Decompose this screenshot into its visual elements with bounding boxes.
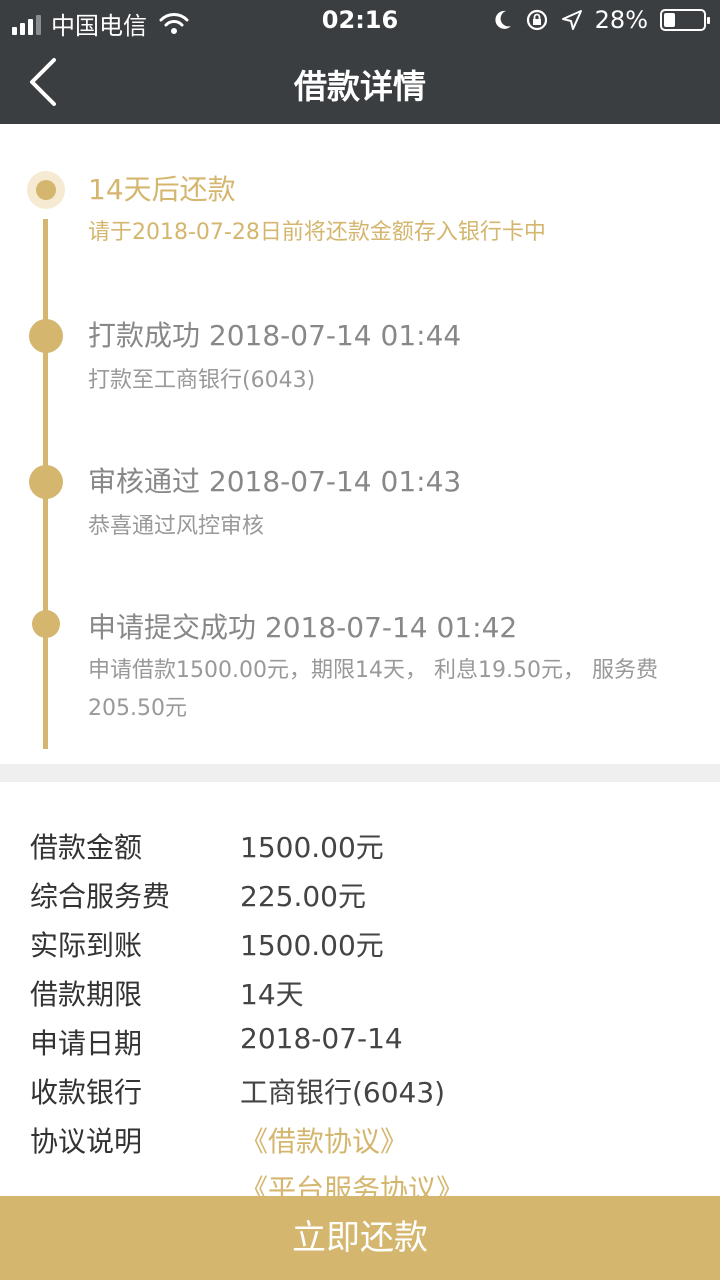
timeline-dot	[29, 319, 63, 353]
detail-value: 225.00元	[240, 880, 366, 913]
detail-label: 综合服务费	[30, 880, 171, 913]
timeline-dot	[32, 610, 60, 638]
platform-agreement-link[interactable]: 《平台服务协议》	[240, 1168, 464, 1196]
location-icon	[561, 10, 582, 30]
detail-row-received: 实际到账 1500.00元	[30, 924, 710, 972]
timeline-step-title: 14天后还款	[88, 173, 236, 206]
timeline-step-title: 申请提交成功 2018-07-14 01:42	[88, 611, 518, 644]
nav-bar: 借款详情	[0, 40, 720, 124]
detail-value: 工商银行(6043)	[240, 1076, 446, 1109]
detail-value: 1500.00元	[240, 831, 384, 864]
detail-row-term: 借款期限 14天	[30, 973, 710, 1021]
detail-value: 2018-07-14	[240, 1022, 403, 1055]
battery-icon	[660, 9, 710, 31]
detail-value: 1500.00元	[240, 929, 384, 962]
timeline-step-title: 打款成功 2018-07-14 01:44	[88, 319, 462, 352]
timeline-dot-current	[27, 171, 65, 209]
timeline-dot	[29, 465, 63, 499]
repay-now-button[interactable]: 立即还款	[0, 1196, 720, 1280]
timeline-step-title: 审核通过 2018-07-14 01:43	[88, 465, 462, 498]
detail-label: 申请日期	[30, 1027, 143, 1060]
detail-value: 14天	[240, 978, 304, 1011]
detail-row-date: 申请日期 2018-07-14	[30, 1022, 710, 1070]
detail-label: 收款银行	[30, 1076, 143, 1109]
detail-row-agreements: 协议说明 《借款协议》 《平台服务协议》	[30, 1120, 710, 1196]
loan-timeline: 14天后还款 请于2018-07-28日前将还款金额存入银行卡中 打款成功 20…	[0, 124, 720, 764]
detail-label: 借款金额	[30, 831, 143, 864]
rotation-lock-icon	[526, 9, 547, 31]
moon-icon	[495, 10, 511, 29]
status-bar: 中国电信 02:16 28%	[0, 0, 720, 40]
detail-label: 实际到账	[30, 929, 143, 962]
timeline-step-desc: 请于2018-07-28日前将还款金额存入银行卡中	[88, 220, 546, 245]
detail-row-amount: 借款金额 1500.00元	[30, 826, 710, 874]
battery-percent: 28%	[594, 6, 648, 34]
loan-agreement-link[interactable]: 《借款协议》	[240, 1120, 408, 1160]
timeline-step-desc: 打款至工商银行(6043)	[88, 368, 316, 393]
detail-label: 借款期限	[30, 978, 143, 1011]
loan-details: 借款金额 1500.00元 综合服务费 225.00元 实际到账 1500.00…	[0, 782, 720, 1196]
detail-row-bank: 收款银行 工商银行(6043)	[30, 1071, 710, 1119]
page-title: 借款详情	[294, 67, 426, 106]
detail-label: 协议说明	[30, 1125, 143, 1158]
detail-row-service-fee: 综合服务费 225.00元	[30, 875, 710, 923]
section-divider	[0, 764, 720, 782]
timeline-step-desc: 恭喜通过风控审核	[88, 514, 265, 539]
timeline-step-desc: 申请借款1500.00元，期限14天， 利息19.50元， 服务费205.50元	[88, 658, 658, 721]
